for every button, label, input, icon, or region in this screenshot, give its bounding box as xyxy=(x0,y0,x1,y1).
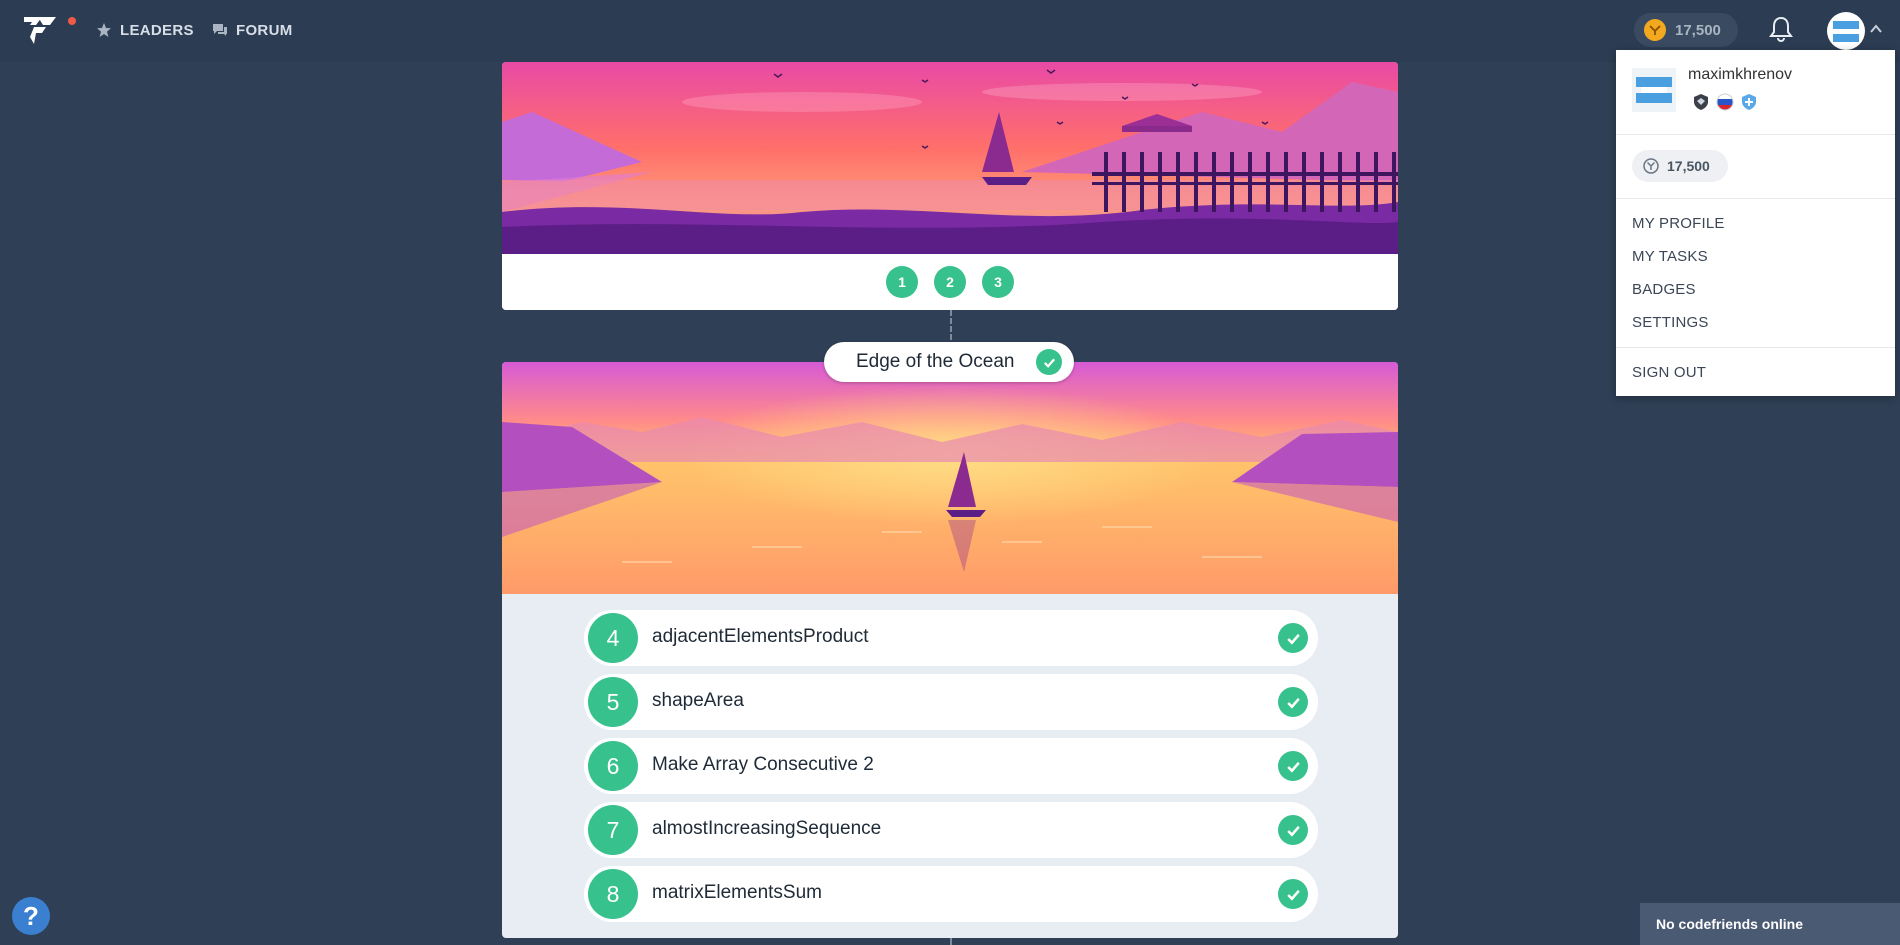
menu-item-settings[interactable]: SETTINGS xyxy=(1632,314,1709,331)
coins-value: 17,500 xyxy=(1675,21,1721,39)
map-connector xyxy=(950,310,952,340)
star-icon xyxy=(97,23,111,37)
divider xyxy=(1616,198,1895,199)
sunset-pier-illustration xyxy=(502,62,1398,254)
avatar xyxy=(1632,68,1676,112)
bell-icon[interactable] xyxy=(1769,15,1793,43)
map-connector xyxy=(950,938,952,945)
pager-dot-3[interactable]: 3 xyxy=(982,266,1014,298)
russia-flag-icon xyxy=(1716,93,1734,111)
task-item[interactable]: 7 almostIncreasingSequence xyxy=(584,802,1318,858)
chapter-title-pill[interactable]: Edge of the Ocean xyxy=(824,342,1074,382)
completed-check-icon xyxy=(1036,349,1063,375)
coin-icon xyxy=(1644,19,1666,41)
task-title: almostIncreasingSequence xyxy=(652,818,882,839)
level-pager: 1 2 3 xyxy=(502,254,1398,310)
chevron-up-icon[interactable] xyxy=(1869,22,1883,36)
task-title: adjacentElementsProduct xyxy=(652,626,869,647)
task-number: 7 xyxy=(588,805,638,855)
shield-badge-icon xyxy=(1742,94,1756,110)
league-badge-icon xyxy=(1694,94,1708,110)
task-item[interactable]: 4 adjacentElementsProduct xyxy=(584,610,1318,666)
pager-dot-1[interactable]: 1 xyxy=(886,266,918,298)
codesignal-logo-icon[interactable] xyxy=(22,13,58,47)
menu-item-badges[interactable]: BADGES xyxy=(1632,281,1696,298)
menu-coins-value: 17,500 xyxy=(1667,158,1710,174)
avatar xyxy=(1833,21,1859,42)
menu-item-sign-out[interactable]: SIGN OUT xyxy=(1632,364,1706,381)
forum-icon xyxy=(213,24,227,36)
previous-chapter-card: 1 2 3 xyxy=(502,62,1398,310)
task-list: 4 adjacentElementsProduct 5 shapeArea 6 … xyxy=(584,610,1318,930)
codefriends-bar[interactable]: No codefriends online xyxy=(1640,903,1900,945)
top-navbar: LEADERS FORUM 17,500 xyxy=(0,0,1900,62)
coins-counter[interactable]: 17,500 xyxy=(1634,13,1738,47)
username: maximkhrenov xyxy=(1688,66,1793,83)
task-number: 8 xyxy=(588,869,638,919)
nav-leaders-label: LEADERS xyxy=(120,21,194,39)
completed-check-icon xyxy=(1278,687,1308,717)
chapter-card: 4 adjacentElementsProduct 5 shapeArea 6 … xyxy=(502,362,1398,938)
pager-dot-2[interactable]: 2 xyxy=(934,266,966,298)
task-number: 6 xyxy=(588,741,638,791)
task-title: matrixElementsSum xyxy=(652,882,822,903)
menu-item-my-tasks[interactable]: MY TASKS xyxy=(1632,248,1708,265)
notification-dot xyxy=(68,17,76,25)
user-avatar-button[interactable] xyxy=(1827,12,1865,50)
task-number: 4 xyxy=(588,613,638,663)
help-button[interactable]: ? xyxy=(12,897,50,935)
nav-forum-label: FORUM xyxy=(236,21,293,39)
coin-icon xyxy=(1643,158,1659,174)
menu-coins-counter: 17,500 xyxy=(1632,150,1728,182)
task-item[interactable]: 8 matrixElementsSum xyxy=(584,866,1318,922)
task-item[interactable]: 6 Make Array Consecutive 2 xyxy=(584,738,1318,794)
menu-item-my-profile[interactable]: MY PROFILE xyxy=(1632,215,1725,232)
user-dropdown-menu: maximkhrenov 17,500 MY PROFILE MY TASKS … xyxy=(1616,50,1895,396)
divider xyxy=(1616,347,1895,348)
chapter-title: Edge of the Ocean xyxy=(856,351,1015,372)
task-item[interactable]: 5 shapeArea xyxy=(584,674,1318,730)
task-number: 5 xyxy=(588,677,638,727)
divider xyxy=(1616,134,1895,135)
completed-check-icon xyxy=(1278,879,1308,909)
task-title: shapeArea xyxy=(652,690,744,711)
completed-check-icon xyxy=(1278,751,1308,781)
nav-forum-link[interactable]: FORUM xyxy=(212,20,293,40)
badge-row xyxy=(1692,93,1758,111)
ocean-sunset-illustration xyxy=(502,362,1398,594)
task-title: Make Array Consecutive 2 xyxy=(652,754,874,775)
completed-check-icon xyxy=(1278,623,1308,653)
nav-leaders-link[interactable]: LEADERS xyxy=(96,20,194,40)
completed-check-icon xyxy=(1278,815,1308,845)
